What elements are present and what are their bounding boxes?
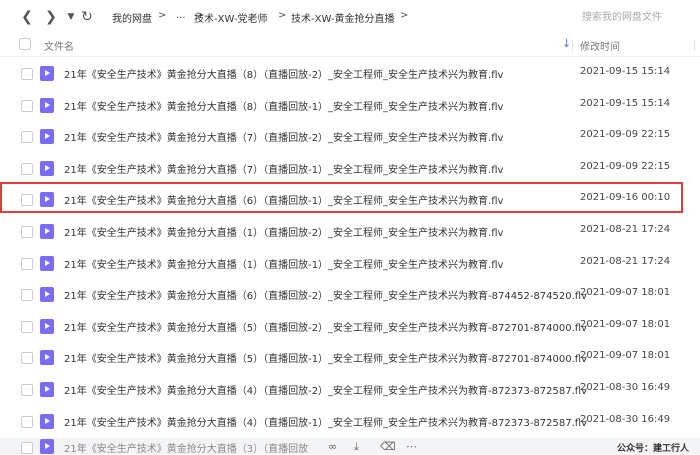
file-name[interactable]: 21年《安全生产技术》黄金抢分大直播（6）（直播回放-1）_安全工程师_安全生产… [64, 192, 503, 207]
breadcrumb-separator: > [400, 10, 409, 21]
table-row[interactable]: 21年《安全生产技术》黄金抢分大直播（4）（直播回放-2）_安全工程师_安全生产… [0, 373, 700, 405]
row-checkbox[interactable] [21, 131, 33, 144]
breadcrumb-item-current: 技术-XW-黄金抢分直播 [291, 14, 395, 25]
share-icon[interactable]: ∞ [328, 440, 337, 453]
row-checkbox[interactable] [21, 99, 33, 112]
file-modified-date: 2021-09-15 15:14 [580, 97, 671, 109]
top-bar: ❮ ❯ ▼ ↻ 我的网盘 > ... > 技术-XW-党老师 > 技术-XW-黄… [0, 0, 700, 34]
table-row[interactable]: 21年《安全生产技术》黄金抢分大直播（4）（直播回放-1）_安全工程师_安全生产… [0, 405, 700, 437]
video-file-icon [40, 287, 54, 303]
select-all-checkbox[interactable] [19, 38, 31, 50]
search-bar [570, 4, 700, 30]
file-name[interactable]: 21年《安全生产技术》黄金抢分大直播（7）（直播回放-2）_安全工程师_安全生产… [64, 129, 503, 144]
row-checkbox[interactable] [21, 257, 33, 270]
column-divider [694, 40, 695, 51]
table-row[interactable]: 21年《安全生产技术》黄金抢分大直播（7）（直播回放-2）_安全工程师_安全生产… [0, 120, 700, 152]
video-file-icon [40, 192, 54, 208]
video-file-icon [40, 350, 54, 366]
row-checkbox[interactable] [21, 320, 33, 333]
delete-icon[interactable]: ⌫ [380, 440, 396, 453]
column-header-date[interactable]: 修改时间 [580, 38, 620, 53]
table-row[interactable]: 21年《安全生产技术》黄金抢分大直播（7）（直播回放-1）_安全工程师_安全生产… [0, 152, 700, 184]
video-file-icon [40, 66, 54, 81]
table-row[interactable]: 21年《安全生产技术》黄金抢分大直播（8）（直播回放-2）_安全工程师_安全生产… [0, 57, 700, 89]
sort-down-icon[interactable]: ↓ [562, 37, 571, 50]
chevron-left-icon[interactable]: ❮ [18, 8, 36, 26]
file-modified-date: 2021-09-07 18:01 [580, 318, 671, 330]
table-row-partial[interactable]: 21年《安全生产技术》黄金抢分大直播（3）（直播回放 [0, 438, 700, 455]
file-name[interactable]: 21年《安全生产技术》黄金抢分大直播（6）（直播回放-2）_安全工程师_安全生产… [64, 287, 587, 302]
file-name[interactable]: 21年《安全生产技术》黄金抢分大直播（5）（直播回放-2）_安全工程师_安全生产… [64, 319, 587, 334]
video-file-icon [40, 439, 54, 454]
search-input[interactable] [570, 4, 700, 30]
table-header: 文件名 ↓ 修改时间 [0, 34, 700, 57]
video-file-icon [40, 160, 54, 176]
file-name[interactable]: 21年《安全生产技术》黄金抢分大直播（7）（直播回放-1）_安全工程师_安全生产… [64, 161, 503, 176]
refresh-icon[interactable]: ↻ [78, 8, 96, 26]
file-name[interactable]: 21年《安全生产技术》黄金抢分大直播（8）（直播回放-1）_安全工程师_安全生产… [64, 98, 503, 113]
video-file-icon [40, 224, 54, 239]
column-header-name[interactable]: 文件名 [44, 38, 74, 53]
row-checkbox[interactable] [21, 162, 33, 175]
file-name[interactable]: 21年《安全生产技术》黄金抢分大直播（3）（直播回放 [64, 440, 308, 455]
file-name[interactable]: 21年《安全生产技术》黄金抢分大直播（4）（直播回放-1）_安全工程师_安全生产… [64, 414, 587, 429]
file-modified-date: 2021-08-30 16:49 [580, 413, 671, 425]
row-checkbox[interactable] [21, 68, 33, 80]
bottom-toolbar: 21年《安全生产技术》黄金抢分大直播（3）（直播回放 [0, 438, 700, 455]
row-checkbox[interactable] [21, 226, 33, 238]
file-modified-date: 2021-09-16 00:10 [580, 192, 671, 204]
file-name[interactable]: 21年《安全生产技术》黄金抢分大直播（1）（直播回放-1）_安全工程师_安全生产… [64, 256, 503, 271]
file-modified-date: 2021-09-07 18:01 [580, 350, 671, 362]
video-file-icon [40, 129, 54, 145]
row-checkbox[interactable] [21, 384, 33, 396]
breadcrumb-separator: > [278, 10, 287, 21]
download-icon[interactable]: ⤓ [354, 440, 359, 454]
video-file-icon [40, 97, 54, 113]
file-name[interactable]: 21年《安全生产技术》黄金抢分大直播（4）（直播回放-2）_安全工程师_安全生产… [64, 382, 587, 397]
breadcrumb-item-ellipsis[interactable]: ... [176, 10, 186, 21]
row-checkbox[interactable] [21, 194, 33, 207]
video-file-icon [40, 382, 54, 397]
file-modified-date: 2021-09-09 22:15 [580, 129, 671, 141]
table-row[interactable]: 21年《安全生产技术》黄金抢分大直播（5）（直播回放-1）_安全工程师_安全生产… [0, 341, 700, 373]
file-modified-date: 2021-08-21 17:24 [580, 255, 671, 267]
table-row[interactable]: 21年《安全生产技术》黄金抢分大直播（5）（直播回放-2）_安全工程师_安全生产… [0, 310, 700, 342]
video-file-icon [40, 318, 54, 334]
row-checkbox[interactable] [21, 442, 33, 454]
breadcrumb-separator: > [158, 10, 167, 21]
video-file-icon [40, 413, 54, 429]
column-divider [572, 40, 573, 51]
file-name[interactable]: 21年《安全生产技术》黄金抢分大直播（1）（直播回放-2）_安全工程师_安全生产… [64, 224, 503, 239]
table-row[interactable]: 21年《安全生产技术》黄金抢分大直播（1）（直播回放-2）_安全工程师_安全生产… [0, 215, 700, 247]
row-checkbox[interactable] [21, 415, 33, 428]
file-modified-date: 2021-09-07 18:01 [580, 287, 671, 299]
table-row[interactable]: 21年《安全生产技术》黄金抢分大直播（1）（直播回放-1）_安全工程师_安全生产… [0, 247, 700, 279]
file-modified-date: 2021-09-15 15:14 [580, 66, 671, 77]
breadcrumb-item-root[interactable]: 我的网盘 [112, 10, 152, 25]
file-modified-date: 2021-08-21 17:24 [580, 224, 671, 235]
row-checkbox[interactable] [21, 289, 33, 302]
video-file-icon [40, 255, 54, 271]
table-row[interactable]: 21年《安全生产技术》黄金抢分大直播（6）（直播回放-1）_安全工程师_安全生产… [0, 183, 700, 215]
watermark-text: 公众号：建工行人 [617, 444, 690, 454]
row-checkbox[interactable] [21, 352, 33, 365]
table-row[interactable]: 21年《安全生产技术》黄金抢分大直播（6）（直播回放-2）_安全工程师_安全生产… [0, 278, 700, 310]
more-icon[interactable]: ⋯ [406, 440, 417, 453]
file-modified-date: 2021-08-30 16:49 [580, 382, 671, 393]
file-modified-date: 2021-09-09 22:15 [580, 160, 671, 172]
file-name[interactable]: 21年《安全生产技术》黄金抢分大直播（8）（直播回放-2）_安全工程师_安全生产… [64, 66, 503, 81]
breadcrumb-item-folder[interactable]: 技术-XW-党老师 [194, 10, 268, 25]
file-name[interactable]: 21年《安全生产技术》黄金抢分大直播（5）（直播回放-1）_安全工程师_安全生产… [64, 350, 587, 365]
chevron-right-icon[interactable]: ❯ [42, 8, 60, 26]
table-row[interactable]: 21年《安全生产技术》黄金抢分大直播（8）（直播回放-1）_安全工程师_安全生产… [0, 89, 700, 121]
